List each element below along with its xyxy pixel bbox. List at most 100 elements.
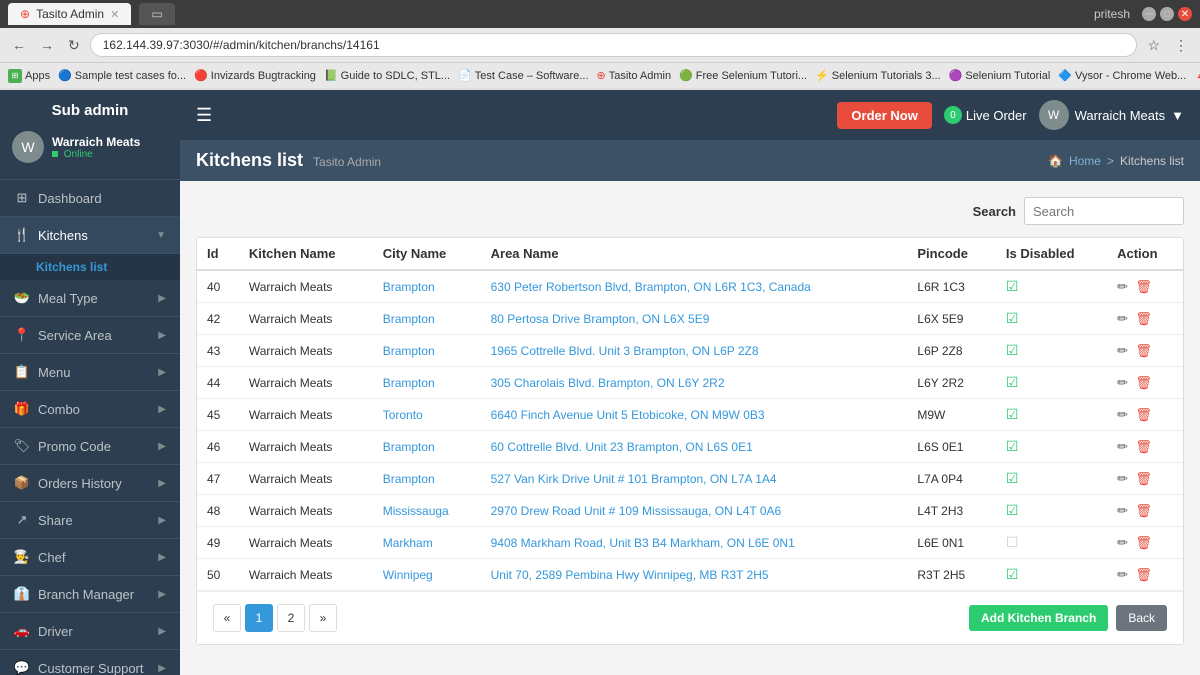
cell-city[interactable]: Brampton: [373, 367, 481, 399]
delete-icon[interactable]: 🗑: [1135, 407, 1152, 422]
sidebar-item-promo-code[interactable]: 🏷 Promo Code ▶: [0, 428, 180, 465]
sidebar-item-orders-history[interactable]: 📦 Orders History ▶: [0, 465, 180, 502]
refresh-button[interactable]: ↻: [64, 35, 84, 56]
cell-id: 40: [197, 270, 239, 303]
edit-icon[interactable]: ✏: [1117, 439, 1128, 454]
bookmark-9[interactable]: 🔷 Vysor - Chrome Web...: [1058, 69, 1186, 82]
sidebar-item-share[interactable]: ↗ Share ▶: [0, 502, 180, 539]
active-tab[interactable]: ⊕ Tasito Admin ✕: [8, 3, 131, 25]
cell-area[interactable]: Unit 70, 2589 Pembina Hwy Winnipeg, MB R…: [481, 559, 908, 591]
bookmark-4[interactable]: 📄 Test Case – Software...: [458, 69, 588, 82]
sidebar-item-meal-type[interactable]: 🥗 Meal Type ▶: [0, 280, 180, 317]
bookmark-8[interactable]: 🟣 Selenium Tutorial: [949, 69, 1051, 82]
edit-icon[interactable]: ✏: [1117, 535, 1128, 550]
cell-city[interactable]: Brampton: [373, 270, 481, 303]
cell-city[interactable]: Brampton: [373, 335, 481, 367]
delete-icon[interactable]: 🗑: [1135, 535, 1152, 550]
address-bar[interactable]: 162.144.39.97:3030/#/admin/kitchen/branc…: [90, 33, 1138, 57]
sidebar-item-service-area[interactable]: 📍 Service Area ▶: [0, 317, 180, 354]
cell-disabled: ☑: [996, 335, 1107, 367]
bookmark-1[interactable]: 🔵 Sample test cases fo...: [58, 69, 186, 82]
delete-icon[interactable]: 🗑: [1135, 471, 1152, 486]
delete-icon[interactable]: 🗑: [1135, 503, 1152, 518]
delete-icon[interactable]: 🗑: [1135, 311, 1152, 326]
cell-area[interactable]: 9408 Markham Road, Unit B3 B4 Markham, O…: [481, 527, 908, 559]
sidebar-item-kitchens[interactable]: 🍴 Kitchens ▼: [0, 217, 180, 254]
cell-kitchen-name: Warraich Meats: [239, 431, 373, 463]
delete-icon[interactable]: 🗑: [1135, 439, 1152, 454]
edit-icon[interactable]: ✏: [1117, 311, 1128, 326]
bookmark-2[interactable]: 🔴 Invizards Bugtracking: [194, 69, 316, 82]
edit-icon[interactable]: ✏: [1117, 503, 1128, 518]
pagination-prev[interactable]: «: [213, 604, 241, 632]
edit-icon[interactable]: ✏: [1117, 375, 1128, 390]
cell-area[interactable]: 527 Van Kirk Drive Unit # 101 Brampton, …: [481, 463, 908, 495]
edit-icon[interactable]: ✏: [1117, 407, 1128, 422]
minimize-button[interactable]: ─: [1142, 7, 1156, 21]
bookmark-apps[interactable]: ⊞ Apps: [8, 69, 50, 83]
cell-city[interactable]: Toronto: [373, 399, 481, 431]
sidebar-item-branch-manager[interactable]: 👔 Branch Manager ▶: [0, 576, 180, 613]
sidebar-item-driver[interactable]: 🚗 Driver ▶: [0, 613, 180, 650]
sidebar-item-customer-support[interactable]: 💬 Customer Support ▶: [0, 650, 180, 675]
edit-icon[interactable]: ✏: [1117, 471, 1128, 486]
back-nav-button[interactable]: ←: [8, 35, 30, 55]
pagination-next[interactable]: »: [309, 604, 337, 632]
bookmark-7[interactable]: ⚡ Selenium Tutorials 3...: [815, 69, 941, 82]
edit-icon[interactable]: ✏: [1117, 567, 1128, 582]
cell-city[interactable]: Winnipeg: [373, 559, 481, 591]
cell-id: 44: [197, 367, 239, 399]
settings-icon[interactable]: ⋮: [1170, 35, 1192, 56]
bookmark-3[interactable]: 📗 Guide to SDLC, STL...: [324, 69, 450, 82]
edit-icon[interactable]: ✏: [1117, 343, 1128, 358]
cell-area[interactable]: 630 Peter Robertson Blvd, Brampton, ON L…: [481, 270, 908, 303]
cell-city[interactable]: Brampton: [373, 463, 481, 495]
cell-area[interactable]: 2970 Drew Road Unit # 109 Mississauga, O…: [481, 495, 908, 527]
sidebar-item-kitchens-list[interactable]: Kitchens list: [0, 254, 180, 280]
order-now-button[interactable]: Order Now: [837, 102, 931, 129]
search-input[interactable]: [1024, 197, 1184, 225]
sidebar-item-menu[interactable]: 📋 Menu ▶: [0, 354, 180, 391]
edit-icon[interactable]: ✏: [1117, 279, 1128, 294]
live-order-button[interactable]: 0 Live Order: [944, 106, 1027, 124]
notification-badge: 0: [944, 106, 962, 124]
cell-id: 42: [197, 303, 239, 335]
pagination-page-1[interactable]: 1: [245, 604, 273, 632]
pagination-page-2[interactable]: 2: [277, 604, 305, 632]
forward-nav-button[interactable]: →: [36, 35, 58, 55]
breadcrumb-home[interactable]: Home: [1069, 154, 1101, 168]
tab-close-icon[interactable]: ✕: [110, 8, 119, 21]
bookmark-6[interactable]: 🟢 Free Selenium Tutori...: [679, 69, 807, 82]
checkbox-checked-icon: ☑: [1006, 310, 1019, 326]
back-button[interactable]: Back: [1116, 605, 1167, 631]
sidebar-item-chef[interactable]: 👨‍🍳 Chef ▶: [0, 539, 180, 576]
hamburger-icon[interactable]: ☰: [196, 105, 212, 126]
close-button[interactable]: ✕: [1178, 7, 1192, 21]
user-menu[interactable]: W Warraich Meats ▼: [1039, 100, 1184, 130]
cell-city[interactable]: Brampton: [373, 303, 481, 335]
delete-icon[interactable]: 🗑: [1135, 343, 1152, 358]
add-kitchen-button[interactable]: Add Kitchen Branch: [969, 605, 1108, 631]
combo-arrow-icon: ▶: [158, 404, 166, 415]
bookmark-5[interactable]: ⊕ Tasito Admin: [597, 69, 672, 82]
cell-area[interactable]: 305 Charolais Blvd. Brampton, ON L6Y 2R2: [481, 367, 908, 399]
cell-city[interactable]: Mississauga: [373, 495, 481, 527]
cell-city[interactable]: Brampton: [373, 431, 481, 463]
cell-area[interactable]: 80 Pertosa Drive Brampton, ON L6X 5E9: [481, 303, 908, 335]
delete-icon[interactable]: 🗑: [1135, 375, 1152, 390]
delete-icon[interactable]: 🗑: [1135, 567, 1152, 582]
cell-area[interactable]: 1965 Cottrelle Blvd. Unit 3 Brampton, ON…: [481, 335, 908, 367]
cell-area[interactable]: 6640 Finch Avenue Unit 5 Etobicoke, ON M…: [481, 399, 908, 431]
bookmark-10[interactable]: 🔺 17 Testing Tools for...: [1194, 69, 1200, 82]
bookmark-star[interactable]: ☆: [1143, 35, 1164, 56]
cell-area[interactable]: 60 Cottrelle Blvd. Unit 23 Brampton, ON …: [481, 431, 908, 463]
menu-icon: 📋: [14, 364, 30, 380]
delete-icon[interactable]: 🗑: [1135, 279, 1152, 294]
apps-icon: ⊞: [8, 69, 22, 83]
maximize-button[interactable]: □: [1160, 7, 1174, 21]
inactive-tab[interactable]: ▭: [139, 3, 174, 25]
cell-city[interactable]: Markham: [373, 527, 481, 559]
checkbox-checked-icon: ☑: [1006, 374, 1019, 390]
sidebar-item-dashboard[interactable]: ⊞ Dashboard: [0, 180, 180, 217]
sidebar-item-combo[interactable]: 🎁 Combo ▶: [0, 391, 180, 428]
